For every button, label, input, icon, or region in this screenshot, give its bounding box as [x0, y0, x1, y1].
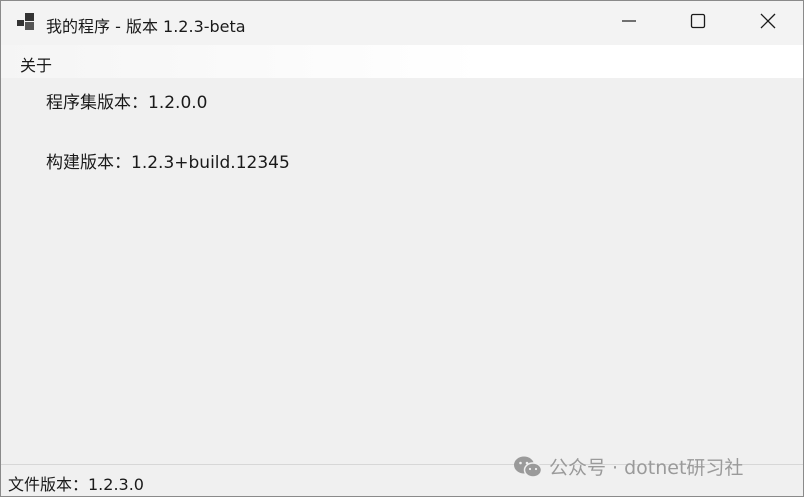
maximize-icon [690, 13, 706, 33]
maximize-button[interactable] [663, 1, 733, 45]
file-version-label: 文件版本：1.2.3.0 [8, 475, 144, 494]
wechat-icon [513, 454, 543, 480]
close-icon [760, 13, 776, 33]
window-title: 我的程序 - 版本 1.2.3-beta [46, 17, 246, 36]
menu-item-about[interactable]: 关于 [20, 52, 52, 76]
close-button[interactable] [733, 1, 803, 45]
build-version-label: 构建版本：1.2.3+build.12345 [46, 153, 290, 173]
app-window-icon [16, 13, 36, 31]
app-window: 我的程序 - 版本 1.2.3-beta 关于 程序集版本：1.2.0.0 构建… [0, 0, 804, 497]
menu-bar: 关于 [1, 45, 803, 78]
title-bar[interactable]: 我的程序 - 版本 1.2.3-beta [1, 1, 803, 45]
watermark: 公众号 · dotnet研习社 [513, 453, 743, 480]
main-content: 程序集版本：1.2.0.0 构建版本：1.2.3+build.12345 [1, 78, 803, 464]
minimize-button[interactable] [594, 1, 664, 45]
watermark-text: 公众号 · dotnet研习社 [549, 457, 744, 479]
minimize-icon [621, 13, 637, 33]
assembly-version-label: 程序集版本：1.2.0.0 [46, 93, 208, 113]
